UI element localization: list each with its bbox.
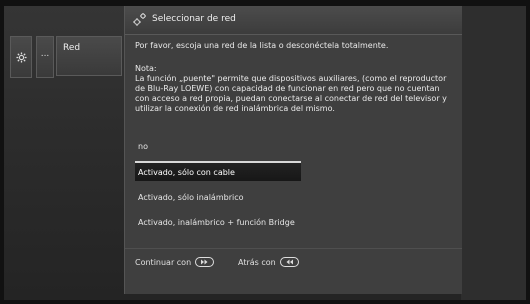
dialog-title: Seleccionar de red [152,14,236,24]
back-label: Atrás con [238,257,276,267]
continue-hint[interactable]: Continuar con [135,257,215,267]
menu-tile-more[interactable]: ... [36,36,54,78]
network-select-dialog: Seleccionar de red Por favor, escoja una… [124,6,462,294]
continue-label: Continuar con [135,257,192,267]
gear-icon [15,51,27,63]
rewind-key-icon [279,257,299,267]
intro-text: Por favor, escoja una red de la lista o … [135,41,389,50]
option-wired-only[interactable]: Activado, sólo con cable [135,161,301,181]
menu-tile-settings[interactable] [10,36,32,78]
forward-key-icon [195,257,215,267]
dialog-title-bar: Seleccionar de red [125,6,462,35]
back-hint[interactable]: Atrás con [238,257,299,267]
note-label: Nota: [135,64,157,73]
network-settings-icon [133,13,146,26]
right-panel-background [461,6,526,300]
menu-tile-red[interactable]: Red [56,36,122,76]
option-wireless-only[interactable]: Activado, sólo inalámbrico [135,193,301,202]
option-wireless-bridge[interactable]: Activado, inalámbrico + función Bridge [135,218,301,227]
option-no[interactable]: no [135,142,301,151]
dialog-body: Por favor, escoja una red de la lista o … [135,41,455,114]
dialog-footer: Continuar con Atrás con [125,248,462,277]
note-text: La función „puente" permite que disposit… [135,74,447,113]
